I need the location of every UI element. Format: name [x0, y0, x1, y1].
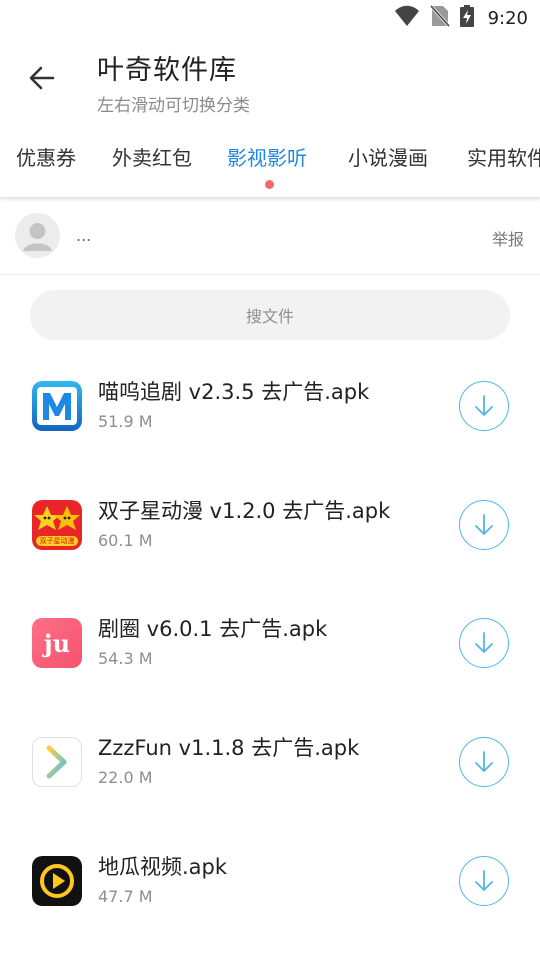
arrow-left-icon	[29, 66, 55, 90]
battery-charging-icon	[459, 5, 474, 31]
tab-takeout-red-packet[interactable]: 外卖红包	[112, 142, 192, 171]
status-bar: 9:20	[0, 0, 540, 36]
file-name: ZzzFun v1.1.8 去广告.apk	[98, 736, 360, 760]
uploader-name[interactable]: ...	[76, 226, 91, 245]
app-header: 叶奇软件库 左右滑动可切换分类	[0, 36, 540, 120]
file-size: 60.1 M	[98, 531, 153, 550]
page-subtitle: 左右滑动可切换分类	[97, 96, 250, 116]
download-arrow-icon	[475, 514, 493, 535]
file-size: 54.3 M	[98, 649, 153, 668]
download-button[interactable]	[459, 500, 509, 550]
no-sim-icon	[429, 4, 450, 31]
status-icons: 9:20	[394, 4, 528, 31]
zzzfun-icon	[32, 737, 82, 787]
digua-play-icon	[32, 856, 82, 906]
m-app-icon	[32, 381, 82, 431]
uploader-row: ... 举报	[0, 199, 540, 275]
twin-star-icon: 双子星动漫	[32, 500, 82, 550]
list-item[interactable]: 喵呜追剧 v2.3.5 去广告.apk 51.9 M	[0, 358, 540, 458]
download-arrow-icon	[475, 395, 493, 416]
file-size: 47.7 M	[98, 887, 153, 906]
list-item[interactable]: 双子星动漫 双子星动漫 v1.2.0 去广告.apk 60.1 M	[0, 477, 540, 577]
wifi-icon	[394, 5, 420, 31]
search-placeholder: 搜文件	[245, 307, 294, 326]
file-name: 喵呜追剧 v2.3.5 去广告.apk	[98, 380, 370, 404]
ju-icon-text: ju	[43, 628, 71, 658]
file-name: 剧圈 v6.0.1 去广告.apk	[98, 617, 328, 641]
avatar[interactable]	[15, 213, 60, 258]
file-name: 双子星动漫 v1.2.0 去广告.apk	[98, 499, 391, 523]
status-time: 9:20	[487, 7, 528, 29]
search-input[interactable]: 搜文件	[30, 290, 510, 340]
tab-coupons[interactable]: 优惠券	[16, 142, 76, 171]
file-name: 地瓜视频.apk	[98, 855, 228, 879]
download-button[interactable]	[459, 737, 509, 787]
page-title: 叶奇软件库	[97, 55, 237, 86]
download-button[interactable]	[459, 381, 509, 431]
tab-novels-comics[interactable]: 小说漫画	[348, 142, 428, 171]
default-avatar-icon	[23, 223, 52, 251]
download-arrow-icon	[475, 870, 493, 891]
list-item[interactable]: 地瓜视频.apk 47.7 M	[0, 833, 540, 933]
active-tab-indicator	[265, 180, 274, 189]
tab-utilities[interactable]: 实用软件	[467, 142, 540, 171]
download-button[interactable]	[459, 856, 509, 906]
file-size: 22.0 M	[98, 768, 153, 787]
icon-caption: 双子星动漫	[39, 537, 75, 545]
list-item[interactable]: ju 剧圈 v6.0.1 去广告.apk 54.3 M	[0, 595, 540, 695]
report-button[interactable]: 举报	[492, 226, 524, 250]
download-arrow-icon	[475, 632, 493, 653]
download-button[interactable]	[459, 618, 509, 668]
list-item[interactable]: ZzzFun v1.1.8 去广告.apk 22.0 M	[0, 714, 540, 814]
file-size: 51.9 M	[98, 412, 153, 431]
download-arrow-icon	[475, 751, 493, 772]
back-button[interactable]	[24, 60, 60, 96]
tab-video-audio[interactable]: 影视影听	[227, 142, 307, 171]
ju-app-icon: ju	[32, 618, 82, 668]
